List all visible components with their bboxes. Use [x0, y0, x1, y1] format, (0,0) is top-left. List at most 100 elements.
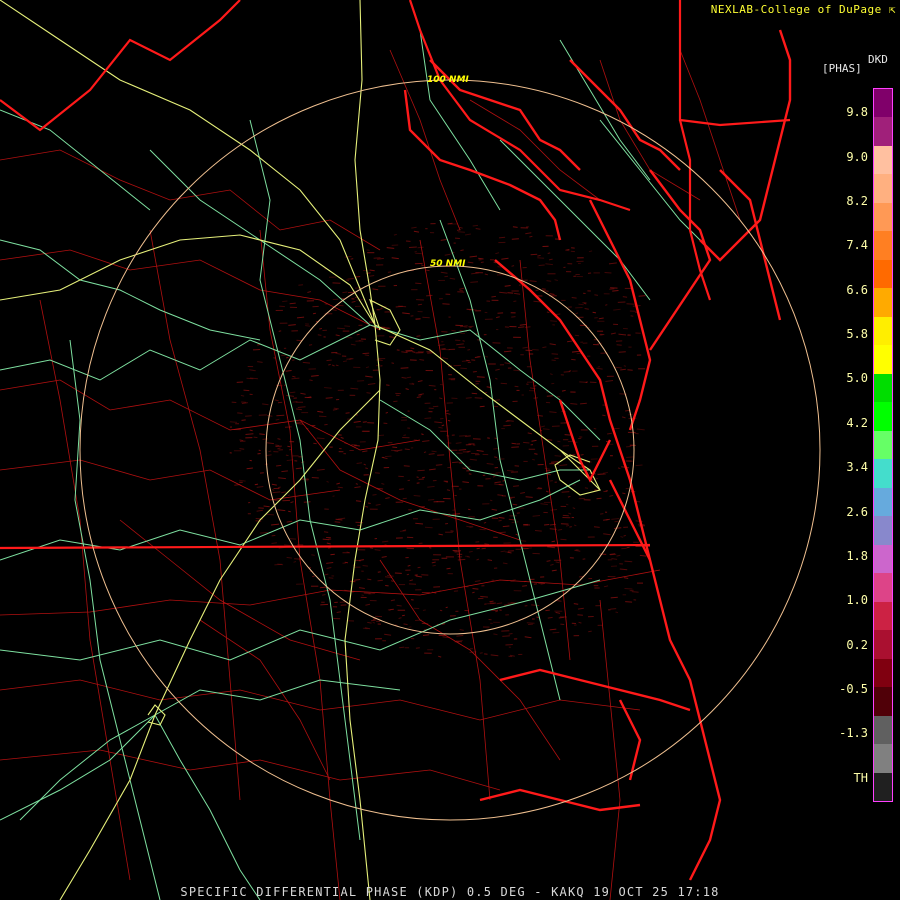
legend-swatch [874, 687, 892, 716]
echo-speckle [541, 288, 546, 290]
legend-swatch [874, 316, 892, 346]
echo-speckle [368, 592, 376, 595]
credit-label[interactable]: NEXLAB-College of DuPage ⇱ [711, 3, 896, 16]
echo-speckle [362, 627, 368, 630]
echo-speckle [367, 621, 372, 624]
legend-swatch [874, 630, 892, 659]
echo-speckle [325, 397, 333, 399]
radar-map[interactable]: 100 NMI 50 NMI [0, 0, 900, 900]
echo-speckle [551, 353, 559, 355]
echo-speckle [451, 329, 456, 332]
echo-speckle [362, 352, 370, 355]
echo-speckle [241, 419, 246, 421]
echo-speckle [529, 235, 533, 238]
echo-speckle [309, 379, 313, 382]
echo-speckle [377, 579, 383, 582]
echo-speckle [328, 577, 334, 579]
echo-speckle [476, 376, 485, 378]
echo-speckle [481, 547, 486, 550]
echo-speckle [518, 326, 525, 328]
echo-speckle [408, 246, 417, 248]
echo-speckle [417, 469, 425, 472]
echo-speckle [564, 434, 571, 436]
echo-speckle [593, 427, 597, 430]
echo-speckle [630, 315, 634, 317]
echo-speckle [377, 571, 381, 573]
echo-speckle [513, 485, 519, 487]
echo-speckle [428, 384, 436, 387]
echo-speckle [289, 538, 297, 540]
echo-speckle [498, 236, 506, 239]
echo-speckle [271, 534, 276, 537]
echo-speckle [557, 440, 561, 443]
echo-speckle [502, 635, 510, 637]
range-label-50: 50 NMI [430, 259, 466, 269]
legend-swatch [874, 544, 892, 574]
echo-speckle [627, 369, 633, 371]
echo-speckle [328, 363, 331, 366]
echo-speckle [602, 414, 606, 417]
legend-swatch [874, 715, 892, 745]
echo-speckle [470, 281, 479, 283]
legend-tick: 5.0 [846, 371, 868, 385]
echo-speckle [459, 289, 464, 292]
echo-speckle [262, 438, 268, 440]
echo-speckle [392, 446, 398, 448]
legend-tick-labels: 9.8 9.0 8.2 7.4 6.6 5.8 5.0 4.2 3.4 2.6 … [826, 88, 868, 790]
legend-tick: 1.8 [846, 549, 868, 563]
echo-speckle [610, 596, 618, 599]
echo-speckle [364, 354, 370, 357]
echo-speckle [303, 501, 311, 503]
echo-speckle [386, 384, 390, 386]
echo-speckle [550, 320, 557, 322]
echo-speckle [399, 488, 404, 490]
echo-speckle [357, 380, 365, 382]
echo-speckle [279, 305, 285, 308]
echo-speckle [371, 619, 376, 622]
echo-speckle [537, 254, 541, 257]
echo-speckle [240, 394, 245, 397]
echo-speckle [322, 538, 330, 541]
echo-speckle [355, 500, 362, 502]
echo-speckle [565, 503, 569, 506]
echo-speckle [472, 224, 479, 227]
echo-speckle [335, 364, 339, 367]
echo-speckle [365, 467, 368, 470]
echo-speckle [588, 630, 592, 633]
echo-speckle [391, 362, 395, 364]
echo-speckle [635, 464, 643, 467]
echo-speckle [552, 631, 560, 634]
echo-speckle [457, 231, 465, 233]
echo-speckle [337, 327, 346, 330]
legend-tick: -0.5 [839, 682, 868, 696]
echo-speckle [524, 326, 531, 328]
echo-speckle [460, 249, 464, 252]
echo-speckle [523, 441, 530, 444]
echo-speckle [457, 558, 466, 561]
echo-speckle [563, 371, 570, 373]
echo-speckle [506, 420, 514, 422]
echo-speckle [362, 421, 367, 423]
echo-speckle [258, 449, 261, 452]
echo-speckle [302, 361, 311, 364]
legend-tick: 3.4 [846, 460, 868, 474]
echo-speckle [547, 252, 551, 254]
echo-speckle [600, 513, 604, 515]
echo-speckle [534, 530, 542, 532]
echo-speckle [387, 271, 392, 273]
echo-speckle [446, 567, 451, 570]
legend-swatch [874, 573, 892, 602]
echo-speckle [596, 497, 602, 500]
echo-speckle [446, 489, 451, 491]
echo-speckle [512, 226, 518, 228]
echo-speckle [355, 521, 364, 524]
echo-speckle [406, 573, 410, 576]
echo-speckle [426, 269, 430, 272]
echo-speckle [253, 436, 258, 439]
echo-speckle [624, 560, 633, 563]
product-footer: SPECIFIC DIFFERENTIAL PHASE (KDP) 0.5 DE… [180, 885, 720, 899]
echo-speckle [415, 282, 422, 285]
legend-swatch [874, 202, 892, 232]
legend-tick: 1.0 [846, 593, 868, 607]
echo-speckle [399, 530, 406, 532]
